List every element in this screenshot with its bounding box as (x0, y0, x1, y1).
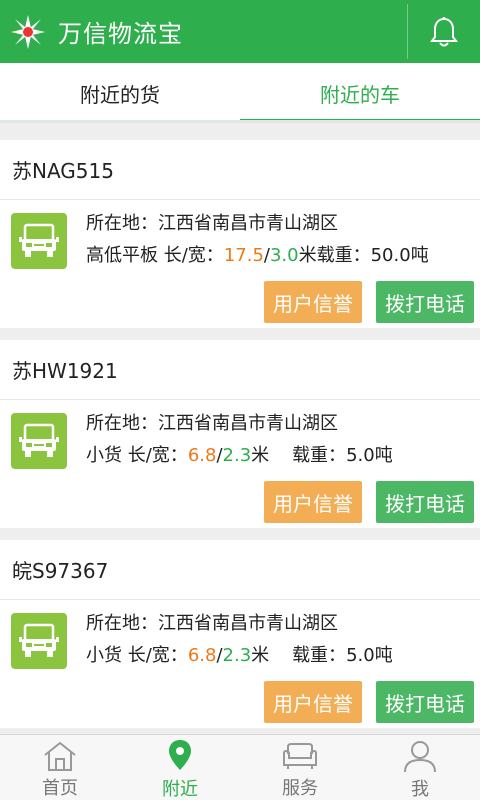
vehicle-spec-line: 高低平板 长/宽：17.5/3.0米载重：50.0吨 (86, 241, 429, 267)
tab-nearby-goods[interactable]: 附近的货 (0, 63, 240, 123)
tab-nearby-vehicles[interactable]: 附近的车 (240, 63, 480, 123)
plate-number: 皖S97367 (0, 540, 480, 600)
truck-icon (11, 213, 67, 269)
vehicle-card[interactable]: 苏NAG515 所在地：江西省南昌市青山湖区 高低平板 长/宽：17.5/3.0… (0, 140, 480, 328)
vehicle-spec-line: 小货 长/宽：6.8/2.3米 载重：5.0吨 (86, 641, 393, 667)
user-credit-button[interactable]: 用户信誉 (264, 281, 362, 323)
tab-label: 附近的车 (320, 82, 400, 107)
size-label: 长/宽： (127, 445, 188, 466)
user-credit-button[interactable]: 用户信誉 (264, 481, 362, 523)
load-value: 5.0吨 (346, 645, 393, 666)
logo-star-icon (4, 0, 52, 63)
load-label: 载重： (316, 245, 371, 266)
vehicle-spec-line: 小货 长/宽：6.8/2.3米 载重：5.0吨 (86, 441, 393, 467)
nav-item-me[interactable]: 我 (360, 735, 480, 800)
location-value: 江西省南昌市青山湖区 (158, 413, 338, 434)
nav-label: 服务 (282, 778, 318, 799)
size-label: 长/宽： (163, 245, 224, 266)
vehicle-type: 高低平板 (86, 245, 158, 266)
location-value: 江西省南昌市青山湖区 (158, 213, 338, 234)
load-value: 5.0吨 (346, 445, 393, 466)
width-value: 2.3 (222, 445, 252, 466)
nav-item-home[interactable]: 首页 (0, 735, 120, 800)
plate-number: 苏HW1921 (0, 340, 480, 400)
size-unit: 米 (251, 445, 270, 466)
truck-icon (11, 413, 67, 469)
size-label: 长/宽： (127, 645, 188, 666)
tab-bar: 附近的货 附近的车 (0, 63, 480, 123)
size-unit: 米 (298, 245, 317, 266)
load-value: 50.0吨 (370, 245, 429, 266)
tabs-separator (0, 120, 480, 123)
length-value: 17.5 (223, 245, 264, 266)
tab-label: 附近的货 (80, 82, 160, 107)
vehicle-list: 苏NAG515 所在地：江西省南昌市青山湖区 高低平板 长/宽：17.5/3.0… (0, 140, 480, 740)
nav-label: 我 (411, 779, 429, 800)
nav-label: 附近 (162, 779, 198, 800)
load-label: 载重： (292, 445, 347, 466)
location-label: 所在地： (86, 613, 158, 634)
location-line: 所在地：江西省南昌市青山湖区 (86, 609, 338, 635)
location-label: 所在地： (86, 213, 158, 234)
length-value: 6.8 (187, 445, 217, 466)
vehicle-card[interactable]: 苏HW1921 所在地：江西省南昌市青山湖区 小货 长/宽：6.8/2.3米 载… (0, 340, 480, 528)
vehicle-type: 小货 (86, 445, 122, 466)
nav-item-service[interactable]: 服务 (240, 735, 360, 800)
call-button[interactable]: 拨打电话 (376, 681, 474, 723)
truck-icon (11, 613, 67, 669)
location-line: 所在地：江西省南昌市青山湖区 (86, 209, 338, 235)
length-value: 6.8 (187, 645, 217, 666)
user-icon (400, 739, 440, 773)
width-value: 3.0 (269, 245, 299, 266)
location-label: 所在地： (86, 413, 158, 434)
nav-label: 首页 (42, 778, 78, 799)
location-line: 所在地：江西省南昌市青山湖区 (86, 409, 338, 435)
sofa-icon (280, 739, 320, 772)
location-pin-icon (160, 739, 200, 773)
app-header: 万信物流宝 (0, 0, 480, 63)
app-title: 万信物流宝 (58, 20, 183, 48)
width-value: 2.3 (222, 645, 252, 666)
call-button[interactable]: 拨打电话 (376, 481, 474, 523)
location-value: 江西省南昌市青山湖区 (158, 613, 338, 634)
plate-number: 苏NAG515 (0, 140, 480, 200)
size-unit: 米 (251, 645, 270, 666)
home-icon (40, 739, 80, 772)
call-button[interactable]: 拨打电话 (376, 281, 474, 323)
notification-bell-icon[interactable] (408, 0, 480, 63)
load-label: 载重： (292, 645, 347, 666)
vehicle-type: 小货 (86, 645, 122, 666)
vehicle-card[interactable]: 皖S97367 所在地：江西省南昌市青山湖区 小货 长/宽：6.8/2.3米 载… (0, 540, 480, 728)
bottom-nav: 首页 附近 服务 我 (0, 734, 480, 800)
nav-item-nearby[interactable]: 附近 (120, 735, 240, 800)
user-credit-button[interactable]: 用户信誉 (264, 681, 362, 723)
